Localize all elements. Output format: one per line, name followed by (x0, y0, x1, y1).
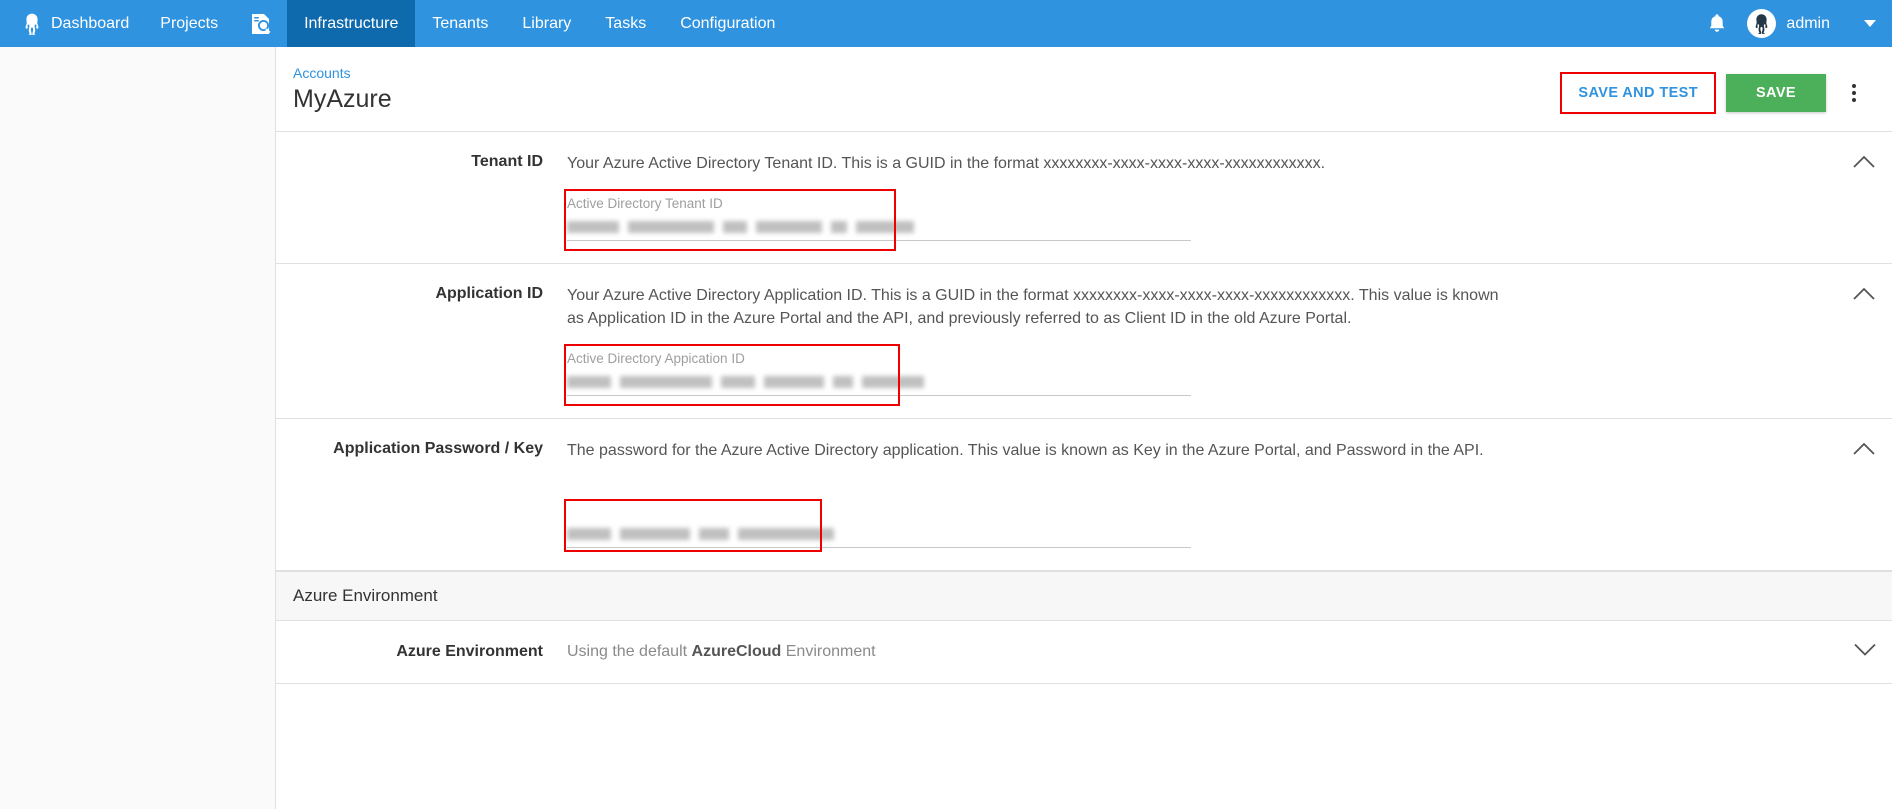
section-description: Your Azure Active Directory Tenant ID. T… (567, 155, 1326, 172)
page-header: Accounts MyAzure SAVE AND TEST SAVE (276, 47, 1892, 132)
header-actions: SAVE AND TEST SAVE (1560, 65, 1876, 115)
row-value-strong: AzureCloud (691, 642, 782, 660)
nav-item-label: Configuration (680, 14, 776, 32)
top-navigation-bar: Dashboard Projects Infrastructure Tenant… (0, 0, 1892, 47)
section-label: Application Password / Key (333, 440, 543, 458)
redacted-value (567, 218, 1191, 233)
page-body: Accounts MyAzure SAVE AND TEST SAVE Tena… (0, 47, 1892, 809)
nav-item-label: Library (522, 14, 572, 32)
section-description: Your Azure Active Directory Application … (567, 286, 1499, 328)
redacted-value (567, 525, 1191, 540)
save-button[interactable]: SAVE (1725, 74, 1826, 112)
row-azure-environment[interactable]: Azure Environment Using the default Azur… (276, 621, 1892, 684)
row-label: Azure Environment (396, 642, 543, 660)
sidebar-item-configuration[interactable]: Configuration (663, 0, 792, 47)
application-password-field-wrap (564, 498, 1191, 552)
sidebar-item-projects[interactable]: Projects (143, 0, 235, 47)
sidebar-item-library[interactable]: Library (505, 0, 588, 47)
username-label: admin (1786, 14, 1830, 32)
search-document-icon[interactable] (235, 0, 287, 47)
page-titles: Accounts MyAzure (292, 65, 392, 114)
field-label: Active Directory Appication ID (567, 351, 745, 367)
application-id-input[interactable]: Active Directory Appication ID (567, 347, 1191, 397)
input-underline (567, 239, 1191, 241)
save-and-test-button[interactable]: SAVE AND TEST (1560, 72, 1716, 114)
tenant-id-input[interactable]: Active Directory Tenant ID (567, 192, 1191, 241)
nav-item-label: Dashboard (51, 14, 130, 32)
form-section-tenant-id: Tenant ID Your Azure Active Directory Te… (276, 132, 1892, 264)
section-body: The password for the Azure Active Direct… (564, 439, 1876, 552)
page-title: MyAzure (293, 85, 392, 113)
nav-item-label: Infrastructure (304, 14, 399, 32)
sidebar-item-infrastructure[interactable]: Infrastructure (287, 0, 416, 47)
section-body: Your Azure Active Directory Application … (564, 284, 1876, 407)
tenant-id-field-wrap: Active Directory Tenant ID (564, 188, 1191, 251)
nav-item-label: Tasks (605, 14, 647, 32)
nav-item-label: Tenants (432, 14, 489, 32)
section-label: Tenant ID (471, 153, 543, 170)
breadcrumb[interactable]: Accounts (293, 65, 351, 81)
chevron-up-icon[interactable] (1852, 437, 1876, 461)
vertical-dots-icon[interactable] (1832, 71, 1876, 115)
sidebar-item-tasks[interactable]: Tasks (588, 0, 663, 47)
left-gutter (0, 47, 276, 809)
field-label: Active Directory Tenant ID (567, 195, 723, 211)
sidebar-item-tenants[interactable]: Tenants (415, 0, 505, 47)
row-value-prefix: Using the default (567, 642, 692, 660)
section-label: Application ID (435, 284, 543, 302)
row-value: Using the default AzureCloud Environment (567, 643, 876, 661)
form-section-application-id: Application ID Your Azure Active Directo… (276, 264, 1892, 420)
user-menu[interactable]: admin (1747, 9, 1830, 38)
redacted-value (567, 373, 1191, 389)
nav-item-label: Projects (160, 14, 219, 32)
nav-items: Dashboard Projects Infrastructure Tenant… (0, 0, 792, 47)
avatar (1747, 9, 1777, 38)
input-underline (567, 395, 1191, 397)
nav-right-actions: admin (1707, 0, 1892, 47)
group-header-azure-environment: Azure Environment (276, 570, 1892, 621)
chevron-down-icon[interactable] (1854, 642, 1876, 661)
row-value-suffix: Environment (781, 642, 876, 660)
input-underline (567, 546, 1191, 548)
octopus-logo-icon (22, 13, 42, 35)
field-label (567, 505, 1191, 518)
notification-bell-icon[interactable] (1707, 13, 1727, 35)
application-id-field-wrap: Active Directory Appication ID (564, 344, 1191, 407)
chevron-up-icon[interactable] (1852, 150, 1876, 174)
application-password-input[interactable] (567, 501, 1191, 548)
section-body: Your Azure Active Directory Tenant ID. T… (564, 152, 1876, 251)
sidebar-item-dashboard[interactable]: Dashboard (0, 0, 143, 47)
form-section-application-password: Application Password / Key The password … (276, 419, 1892, 571)
chevron-down-icon[interactable] (1864, 20, 1876, 27)
main-content: Accounts MyAzure SAVE AND TEST SAVE Tena… (276, 47, 1892, 809)
section-description: The password for the Azure Active Direct… (567, 442, 1484, 460)
chevron-up-icon[interactable] (1852, 282, 1876, 306)
